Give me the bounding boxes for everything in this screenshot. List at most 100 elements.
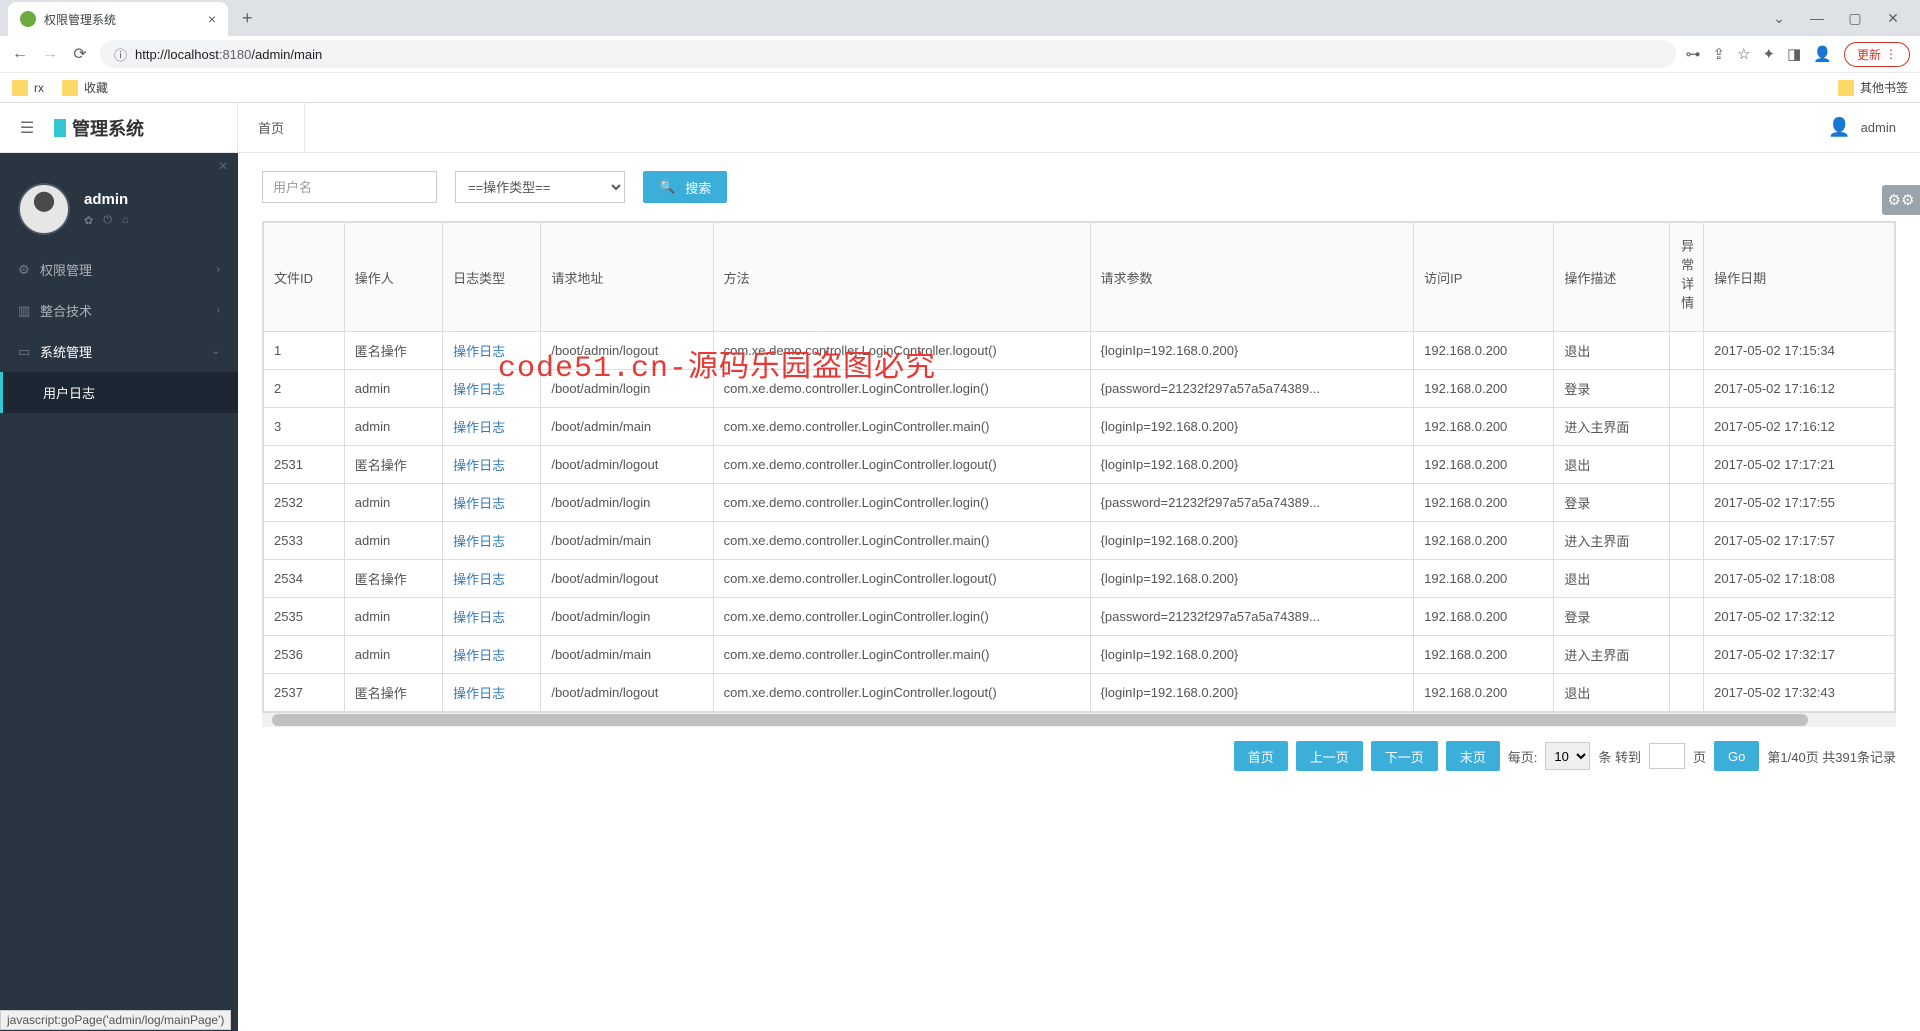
cell-logtype[interactable]: 操作日志 — [443, 484, 541, 522]
profile-icon[interactable]: 👤 — [1813, 45, 1832, 63]
cell-logtype[interactable]: 操作日志 — [443, 408, 541, 446]
close-icon[interactable]: × — [208, 11, 216, 27]
settings-toggle[interactable]: ⚙⚙ — [1882, 185, 1920, 215]
tab-home[interactable]: 首页 — [237, 103, 305, 152]
sidebar-item[interactable]: ▭ 系统管理 ⌄ — [0, 331, 238, 372]
table-row: 2534 匿名操作 操作日志 /boot/admin/logout com.xe… — [264, 560, 1895, 598]
column-header: 方法 — [713, 223, 1090, 332]
extensions-icon[interactable]: ✦ — [1763, 45, 1776, 63]
bookmark-rx[interactable]: rx — [12, 80, 44, 96]
page-input[interactable] — [1649, 743, 1685, 769]
bookmark-fav[interactable]: 收藏 — [62, 79, 108, 96]
cell-id: 2532 — [264, 484, 345, 522]
cell-params: {loginIp=192.168.0.200} — [1090, 674, 1414, 712]
scrollbar-thumb[interactable] — [272, 714, 1808, 726]
cell-logtype[interactable]: 操作日志 — [443, 560, 541, 598]
main: 首页 👤 admin ⚙⚙ code51.cn-源码乐园盗图必究 ==操作类型=… — [238, 103, 1920, 1031]
browser-tab[interactable]: 权限管理系统 × — [8, 2, 228, 36]
sidebar-close-icon[interactable]: ✕ — [218, 159, 228, 173]
page-first[interactable]: 首页 — [1234, 741, 1288, 771]
cell-date: 2017-05-02 17:32:12 — [1704, 598, 1895, 636]
brand: 管理系统 — [54, 115, 144, 141]
gear-icon[interactable]: ✿ — [84, 214, 93, 227]
sidebar-user: admin ✿ ⏻ ⌂ — [0, 173, 238, 249]
table-row: 2531 匿名操作 操作日志 /boot/admin/logout com.xe… — [264, 446, 1895, 484]
cell-id: 2536 — [264, 636, 345, 674]
cell-params: {loginIp=192.168.0.200} — [1090, 636, 1414, 674]
dropdown-icon[interactable]: ⌄ — [1764, 10, 1794, 27]
cell-logtype[interactable]: 操作日志 — [443, 522, 541, 560]
cell-method: com.xe.demo.controller.LoginController.l… — [713, 560, 1090, 598]
cell-date: 2017-05-02 17:16:12 — [1704, 408, 1895, 446]
new-tab-button[interactable]: + — [242, 8, 253, 29]
type-select[interactable]: ==操作类型== — [455, 171, 625, 203]
brand-bar: ☰ 管理系统 — [0, 103, 238, 153]
cell-params: {loginIp=192.168.0.200} — [1090, 332, 1414, 370]
sidebar-subitem[interactable]: 用户日志 — [0, 372, 238, 413]
cell-method: com.xe.demo.controller.LoginController.l… — [713, 370, 1090, 408]
folder-icon — [12, 80, 28, 96]
cell-ip: 192.168.0.200 — [1414, 674, 1554, 712]
close-button[interactable]: ✕ — [1878, 10, 1908, 27]
key-icon[interactable]: ⊶ — [1686, 45, 1701, 63]
table-row: 2537 匿名操作 操作日志 /boot/admin/logout com.xe… — [264, 674, 1895, 712]
cell-exception — [1670, 446, 1704, 484]
forward-button[interactable]: → — [40, 45, 60, 63]
table-header-row: 文件ID操作人日志类型请求地址方法请求参数访问IP操作描述异常详情操作日期 — [264, 223, 1895, 332]
table-row: 2536 admin 操作日志 /boot/admin/main com.xe.… — [264, 636, 1895, 674]
favicon-icon — [20, 11, 36, 27]
table-row: 2535 admin 操作日志 /boot/admin/login com.xe… — [264, 598, 1895, 636]
table-body: 1 匿名操作 操作日志 /boot/admin/logout com.xe.de… — [264, 332, 1895, 712]
cell-method: com.xe.demo.controller.LoginController.m… — [713, 408, 1090, 446]
topbar-user[interactable]: 👤 admin — [1828, 117, 1920, 138]
cell-logtype[interactable]: 操作日志 — [443, 446, 541, 484]
cell-logtype[interactable]: 操作日志 — [443, 332, 541, 370]
sidebar-item[interactable]: ▥ 整合技术 › — [0, 290, 238, 331]
cell-url: /boot/admin/main — [541, 636, 713, 674]
cell-logtype[interactable]: 操作日志 — [443, 370, 541, 408]
cell-ip: 192.168.0.200 — [1414, 636, 1554, 674]
other-bookmarks[interactable]: 其他书签 — [1838, 79, 1908, 96]
search-icon: 🔍 — [659, 179, 675, 195]
search-button[interactable]: 🔍 搜索 — [643, 171, 727, 203]
power-icon[interactable]: ⏻ — [103, 214, 112, 227]
go-button[interactable]: Go — [1714, 741, 1759, 771]
star-icon[interactable]: ☆ — [1737, 45, 1750, 63]
per-page-select[interactable]: 10 — [1545, 742, 1590, 770]
horizontal-scrollbar[interactable] — [262, 713, 1896, 727]
minimize-button[interactable]: — — [1802, 10, 1832, 26]
menu-icon: ⚙ — [18, 262, 40, 278]
menu-toggle-icon[interactable]: ☰ — [0, 118, 54, 138]
column-header: 请求参数 — [1090, 223, 1414, 332]
username-input[interactable] — [262, 171, 437, 203]
page-last[interactable]: 末页 — [1446, 741, 1500, 771]
table-row: 3 admin 操作日志 /boot/admin/main com.xe.dem… — [264, 408, 1895, 446]
cell-desc: 登录 — [1554, 598, 1670, 636]
page-next[interactable]: 下一页 — [1371, 741, 1438, 771]
cell-exception — [1670, 522, 1704, 560]
per-page-suffix: 条 转到 — [1598, 747, 1641, 766]
update-button[interactable]: 更新⋮ — [1844, 42, 1910, 67]
reload-button[interactable]: ⟳ — [70, 44, 90, 64]
page-prev[interactable]: 上一页 — [1296, 741, 1363, 771]
maximize-button[interactable]: ▢ — [1840, 10, 1870, 27]
sidebar-item[interactable]: ⚙ 权限管理 › — [0, 249, 238, 290]
cell-url: /boot/admin/logout — [541, 446, 713, 484]
cell-desc: 登录 — [1554, 370, 1670, 408]
cell-desc: 退出 — [1554, 560, 1670, 598]
column-header: 操作人 — [344, 223, 442, 332]
cell-method: com.xe.demo.controller.LoginController.l… — [713, 674, 1090, 712]
cell-operator: 匿名操作 — [344, 560, 442, 598]
cell-logtype[interactable]: 操作日志 — [443, 674, 541, 712]
sidepanel-icon[interactable]: ◨ — [1787, 45, 1801, 63]
url-input[interactable]: ⓘ http://localhost:8180/admin/main — [100, 40, 1676, 68]
column-header: 请求地址 — [541, 223, 713, 332]
cell-logtype[interactable]: 操作日志 — [443, 636, 541, 674]
status-bar: javascript:goPage('admin/log/mainPage') — [0, 1010, 231, 1030]
share-icon[interactable]: ⇪ — [1713, 45, 1726, 63]
home-icon[interactable]: ⌂ — [122, 214, 129, 227]
cell-id: 2535 — [264, 598, 345, 636]
back-button[interactable]: ← — [10, 45, 30, 63]
cell-logtype[interactable]: 操作日志 — [443, 598, 541, 636]
cell-exception — [1670, 560, 1704, 598]
